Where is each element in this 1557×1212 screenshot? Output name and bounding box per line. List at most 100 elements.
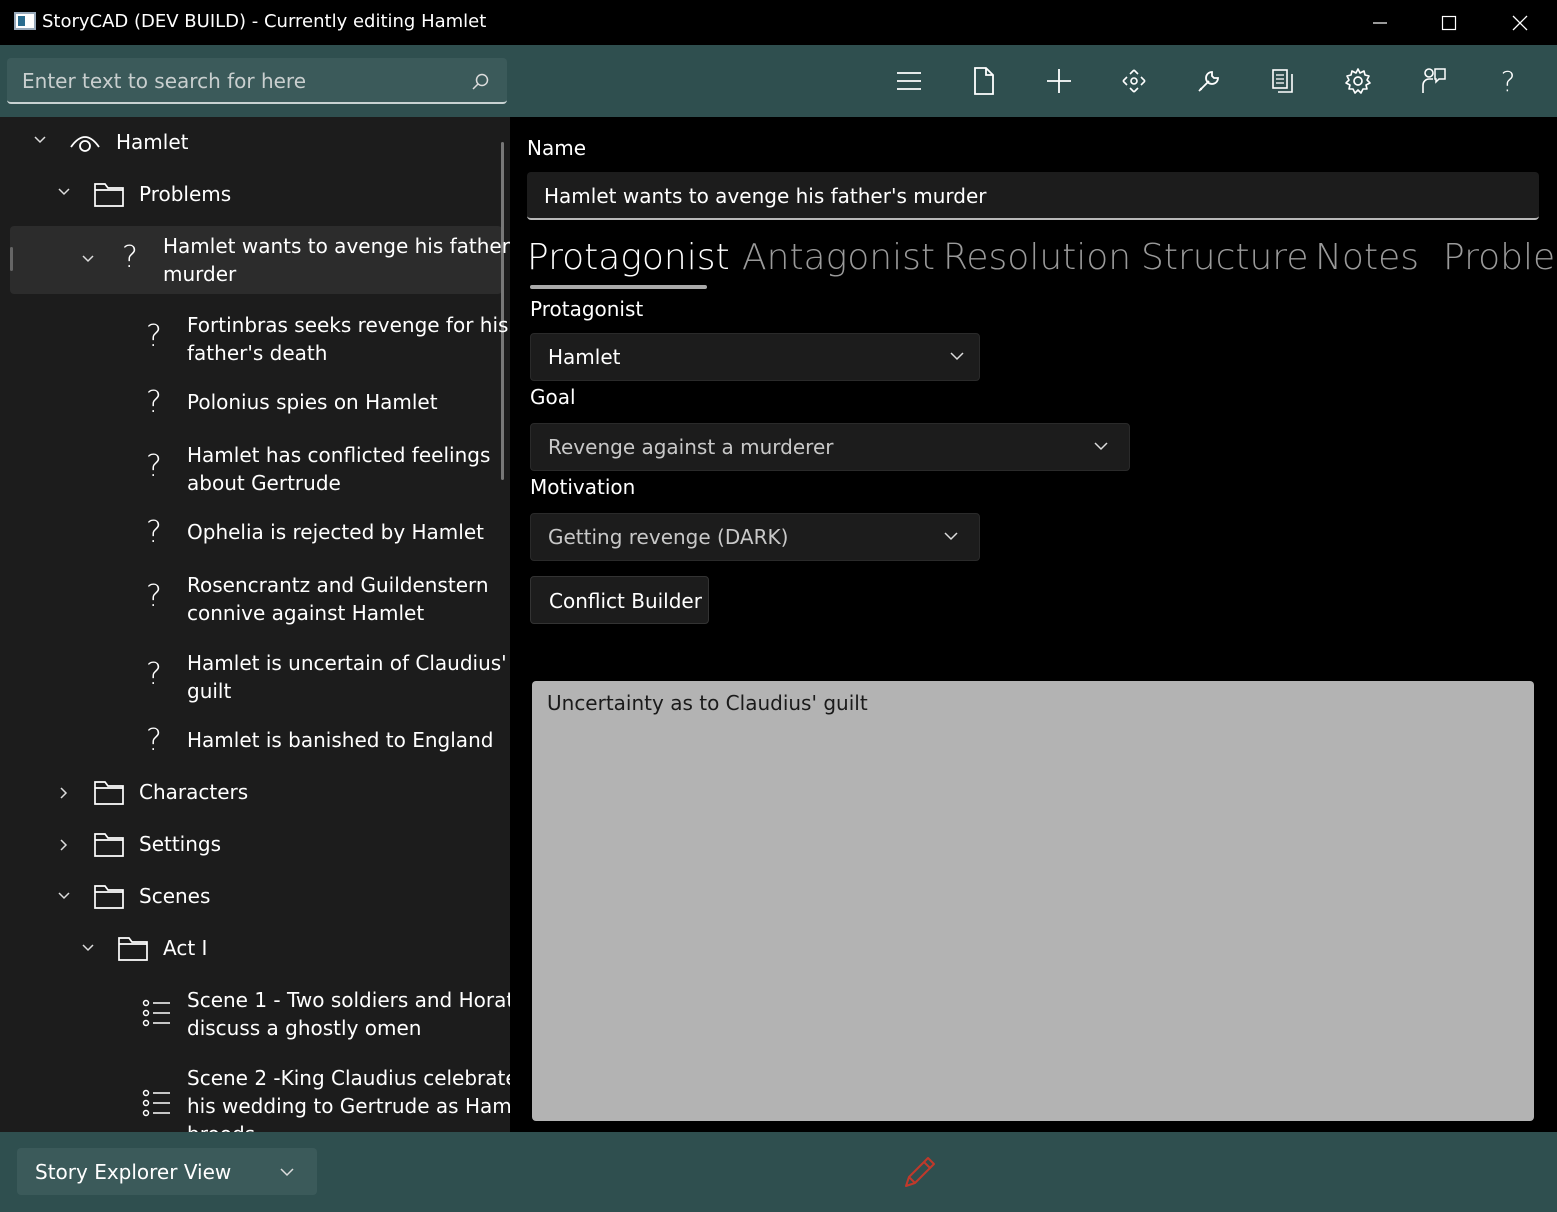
tree-node-label: Hamlet is banished to England	[187, 728, 494, 752]
maximize-button[interactable]	[1414, 0, 1484, 45]
tree-node-label: Scene 1 - Two soldiers and Horatio	[187, 988, 510, 1012]
settings-button[interactable]	[1340, 63, 1376, 99]
tree-node-label: broods	[187, 1120, 255, 1132]
chevron-down-icon	[944, 532, 958, 541]
minimize-icon	[1373, 21, 1387, 24]
help-button[interactable]: ?	[1490, 63, 1526, 99]
scene-list-icon	[142, 999, 170, 1027]
add-icon	[1047, 69, 1071, 93]
tree-node-problem[interactable]: ? Ophelia is rejected by Hamlet	[0, 512, 500, 556]
motivation-label: Motivation	[530, 475, 636, 499]
tree-node-problem[interactable]: ? Polonius spies on Hamlet	[0, 382, 500, 426]
minimize-button[interactable]	[1345, 0, 1415, 45]
name-value[interactable]: Hamlet wants to avenge his father's murd…	[544, 184, 987, 208]
goal-label: Goal	[530, 385, 576, 409]
tree-node-label: Scenes	[139, 884, 211, 908]
toolbar: Enter text to search for here ?	[0, 45, 1557, 117]
tree-node-label: Ophelia is rejected by Hamlet	[187, 520, 484, 544]
tree-node-label: Scene 2 -King Claudius celebrates	[187, 1066, 510, 1090]
motivation-value: Getting revenge (DARK)	[548, 525, 789, 549]
tree-node-label: Hamlet is uncertain of Claudius'	[187, 651, 507, 675]
title-bar: StoryCAD (DEV BUILD) - Currently editing…	[0, 0, 1557, 45]
story-overview-icon	[70, 136, 100, 152]
search-icon[interactable]	[471, 72, 491, 92]
tree-node-characters-folder[interactable]: Characters	[0, 767, 500, 819]
tree-node-act-folder[interactable]: Act I	[0, 923, 500, 975]
chevron-down-icon[interactable]	[57, 187, 71, 197]
chevron-down-icon[interactable]	[33, 135, 47, 145]
name-field[interactable]: Hamlet wants to avenge his father's murd…	[527, 172, 1539, 220]
reports-button[interactable]	[1265, 63, 1301, 99]
problem-icon: ?	[146, 723, 162, 758]
add-button[interactable]	[1041, 63, 1077, 99]
name-label: Name	[527, 136, 587, 160]
problem-icon: ?	[146, 319, 162, 354]
close-button[interactable]	[1485, 0, 1555, 45]
tree-node-problem[interactable]: ? Rosencrantz and Guildenstern connive a…	[0, 564, 500, 632]
tree-node-scene[interactable]: Scene 2 -King Claudius celebrates his we…	[0, 1063, 510, 1132]
tab-problem[interactable]: Problem	[1443, 237, 1557, 278]
tree-node-root[interactable]: Hamlet	[0, 117, 500, 169]
search-input[interactable]: Enter text to search for here	[22, 69, 462, 93]
tree-node-settings-folder[interactable]: Settings	[0, 819, 500, 871]
problem-icon: ?	[146, 579, 162, 614]
tab-protagonist[interactable]: Protagonist	[527, 237, 730, 278]
chevron-down-icon[interactable]	[57, 891, 71, 901]
chevron-down-icon[interactable]	[81, 254, 95, 264]
menu-button[interactable]	[891, 63, 927, 99]
tools-button[interactable]	[1191, 63, 1227, 99]
tab-notes[interactable]: Notes	[1315, 237, 1419, 278]
chevron-down-icon	[280, 1168, 294, 1177]
help-icon: ?	[1500, 64, 1516, 98]
tab-resolution[interactable]: Resolution	[943, 237, 1131, 278]
chevron-down-icon[interactable]	[81, 943, 95, 953]
move-button[interactable]	[1116, 63, 1152, 99]
maximize-icon	[1441, 15, 1457, 30]
tree-node-problems-folder[interactable]: Problems	[0, 169, 500, 221]
folder-icon	[94, 781, 124, 805]
tree-node-problem[interactable]: ? Fortinbras seeks revenge for his fathe…	[0, 304, 508, 372]
chevron-right-icon[interactable]	[59, 838, 69, 852]
tree-node-label: about Gertrude	[187, 471, 341, 495]
conflict-builder-label: Conflict Builder	[549, 589, 702, 613]
tab-strip: Protagonist Antagonist Resolution Struct…	[527, 237, 1557, 287]
protagonist-label: Protagonist	[530, 297, 644, 321]
new-file-icon	[974, 67, 994, 95]
tree-node-scenes-folder[interactable]: Scenes	[0, 871, 500, 923]
tree-node-problem[interactable]: ? Hamlet is uncertain of Claudius' guilt	[0, 642, 507, 710]
tree-node-label: guilt	[187, 679, 232, 703]
tree-node-label: connive against Hamlet	[187, 601, 425, 625]
tools-icon	[1198, 71, 1219, 92]
tree-node-label: murder	[163, 262, 237, 286]
view-select-label: Story Explorer View	[35, 1160, 232, 1184]
folder-icon	[94, 833, 124, 857]
tab-antagonist[interactable]: Antagonist	[742, 237, 935, 278]
motivation-select[interactable]: Getting revenge (DARK)	[530, 513, 980, 561]
search-box[interactable]: Enter text to search for here	[7, 58, 507, 104]
tree-node-scene[interactable]: Scene 1 - Two soldiers and Horatio discu…	[0, 985, 510, 1053]
tree-node-problem[interactable]: ? Hamlet has conflicted feelings about G…	[0, 434, 500, 502]
tree-node-label: Characters	[139, 780, 249, 804]
view-select[interactable]: Story Explorer View	[17, 1148, 317, 1195]
protagonist-select[interactable]: Hamlet	[530, 333, 980, 381]
tree-node-label: discuss a ghostly omen	[187, 1016, 422, 1040]
tab-structure[interactable]: Structure	[1141, 237, 1308, 278]
tree-node-label: Hamlet has conflicted feelings	[187, 443, 491, 467]
notes-textarea[interactable]: Uncertainty as to Claudius' guilt	[532, 681, 1534, 1121]
tree-node-label: Rosencrantz and Guildenstern	[187, 573, 489, 597]
window-title: StoryCAD (DEV BUILD) - Currently editing…	[42, 11, 487, 32]
chevron-right-icon[interactable]	[59, 786, 69, 800]
goal-select[interactable]: Revenge against a murderer	[530, 423, 1130, 471]
chevron-down-icon	[1094, 442, 1108, 451]
goal-value: Revenge against a murderer	[548, 435, 834, 459]
tree-node-selected-problem[interactable]: ? Hamlet wants to avenge his father's mu…	[0, 226, 510, 294]
conflict-builder-button[interactable]: Conflict Builder	[530, 576, 709, 624]
problem-icon: ?	[146, 385, 162, 420]
problem-icon: ?	[122, 240, 138, 275]
feedback-button[interactable]	[1415, 63, 1451, 99]
new-file-button[interactable]	[966, 63, 1002, 99]
active-tab-indicator	[530, 285, 707, 289]
settings-icon	[1345, 68, 1371, 94]
tree-node-label: his wedding to Gertrude as Hamlet	[187, 1094, 510, 1118]
tree-node-problem[interactable]: ? Hamlet is banished to England	[0, 720, 500, 764]
